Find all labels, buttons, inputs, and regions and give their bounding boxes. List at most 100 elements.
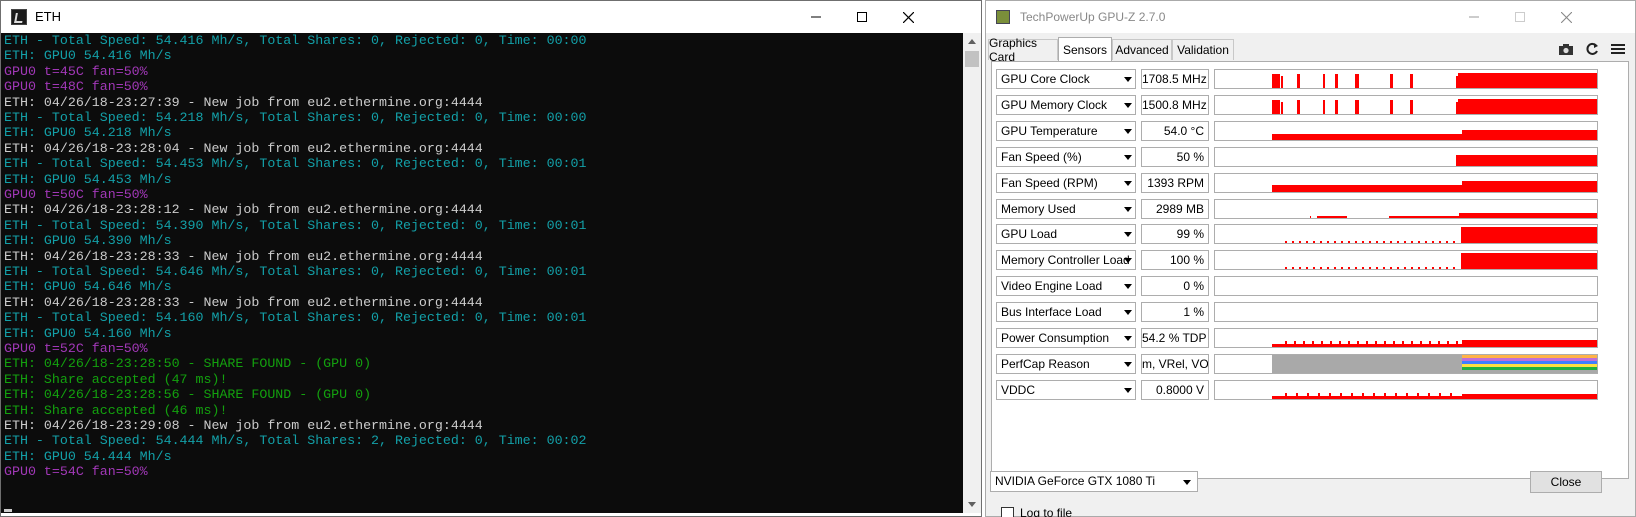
tab-validation[interactable]: Validation <box>1172 39 1234 60</box>
sensor-name-label: GPU Core Clock <box>1001 72 1090 86</box>
sensor-row: Power Consumption 54.2 % TDP <box>996 328 1620 348</box>
console-line: ETH - Total Speed: 54.160 Mh/s, Total Sh… <box>4 310 587 326</box>
sensor-name-label: Memory Used <box>1001 201 1076 216</box>
menu-icon[interactable] <box>1609 40 1627 58</box>
sensor-value: 1708.5 MHz <box>1141 69 1209 89</box>
sensor-row: VDDC 0.8000 V <box>996 379 1620 400</box>
sensor-name-label: PerfCap Reason <box>1001 356 1090 371</box>
gpu-select-dropdown[interactable]: NVIDIA GeForce GTX 1080 Ti <box>990 471 1198 492</box>
console-line: ETH: GPU0 54.160 Mh/s <box>4 325 172 341</box>
scroll-up-arrow-icon[interactable] <box>963 33 981 50</box>
console-line: GPU0 t=54C fan=50% <box>4 464 148 480</box>
log-to-file-checkbox[interactable] <box>1001 507 1014 517</box>
gpuz-window: TechPowerUp GPU-Z 2.7.0 Graphics Card Se… <box>985 0 1636 517</box>
tab-sensors[interactable]: Sensors <box>1058 37 1112 61</box>
console-line: ETH: 04/26/18-23:28:33 - New job from eu… <box>4 248 483 264</box>
camera-icon[interactable] <box>1557 40 1575 58</box>
sensor-name-label: Fan Speed (%) <box>1001 149 1082 164</box>
sensor-name-dropdown[interactable]: GPU Temperature <box>996 120 1136 141</box>
gpuz-close-window-button[interactable] <box>1543 1 1589 33</box>
sensor-name-dropdown[interactable]: Fan Speed (RPM) <box>996 172 1136 193</box>
console-line: ETH: 04/26/18-23:27:39 - New job from eu… <box>4 94 483 110</box>
sensor-row: GPU Core Clock 1708.5 MHz <box>996 69 1620 89</box>
eth-titlebar[interactable]: ETH <box>1 1 981 33</box>
sensor-name-label: GPU Memory Clock <box>1001 97 1108 112</box>
chevron-down-icon <box>1124 128 1132 134</box>
sensor-value: 1 % <box>1141 302 1209 323</box>
sensor-name-dropdown[interactable]: Memory Controller Load <box>996 250 1136 271</box>
close-icon <box>902 11 914 23</box>
console-line: ETH: GPU0 54.218 Mh/s <box>4 125 172 141</box>
text-cursor <box>4 509 12 512</box>
gpuz-minimize-button[interactable] <box>1451 1 1497 33</box>
console-line: ETH: 04/26/18-23:28:56 - SHARE FOUND - (… <box>4 387 372 403</box>
chevron-down-icon <box>1124 232 1132 238</box>
minimize-button[interactable] <box>793 1 839 33</box>
sensor-graph <box>1214 146 1598 167</box>
console-line: ETH - Total Speed: 54.646 Mh/s, Total Sh… <box>4 264 587 279</box>
minimize-icon <box>811 16 821 18</box>
eth-window-title: ETH <box>35 9 61 24</box>
gpuz-tab-bar: Graphics Card Sensors Advanced Validatio… <box>986 36 1635 64</box>
console-line: ETH: GPU0 54.646 Mh/s <box>4 279 172 295</box>
sensor-name-dropdown[interactable]: GPU Core Clock <box>996 69 1136 89</box>
scroll-down-arrow-icon[interactable] <box>963 496 981 513</box>
sensor-name-dropdown[interactable]: GPU Memory Clock <box>996 94 1136 115</box>
scrollbar-thumb[interactable] <box>965 51 979 67</box>
console-scrollbar[interactable] <box>963 33 981 513</box>
console-line: GPU0 t=45C fan=50% <box>4 63 148 79</box>
chevron-down-icon <box>1183 480 1191 485</box>
maximize-icon <box>1515 12 1525 22</box>
console-line: ETH: GPU0 54.453 Mh/s <box>4 171 172 187</box>
sensor-name-label: Bus Interface Load <box>1001 305 1102 320</box>
sensor-name-dropdown[interactable]: Video Engine Load <box>996 276 1136 297</box>
sensor-value: 1500.8 MHz <box>1141 94 1209 115</box>
gpuz-window-title: TechPowerUp GPU-Z 2.7.0 <box>1020 10 1166 24</box>
sensor-value: m, VRel, VOp <box>1141 353 1209 374</box>
console-line: ETH: GPU0 54.390 Mh/s <box>4 233 172 249</box>
gpuz-titlebar[interactable]: TechPowerUp GPU-Z 2.7.0 <box>986 1 1635 33</box>
chevron-down-icon <box>1124 258 1132 264</box>
sensor-name-dropdown[interactable]: Memory Used <box>996 198 1136 219</box>
sensor-name-dropdown[interactable]: Fan Speed (%) <box>996 146 1136 167</box>
console-output[interactable]: ETH - Total Speed: 54.416 Mh/s, Total Sh… <box>1 33 963 513</box>
chevron-down-icon <box>1124 361 1132 367</box>
sensor-name-label: Video Engine Load <box>1001 279 1103 294</box>
console-line: ETH: 04/26/18-23:28:04 - New job from eu… <box>4 140 483 156</box>
sensor-graph <box>1214 353 1598 374</box>
sensor-name-dropdown[interactable]: Bus Interface Load <box>996 302 1136 323</box>
sensor-name-dropdown[interactable]: VDDC <box>996 379 1136 400</box>
tab-advanced[interactable]: Advanced <box>1112 39 1172 60</box>
gpuz-maximize-button[interactable] <box>1497 1 1543 33</box>
console-line: ETH: GPU0 54.416 Mh/s <box>4 48 172 64</box>
log-to-file-label: Log to file <box>1020 506 1073 517</box>
console-app-icon <box>11 9 27 25</box>
sensor-graph <box>1214 250 1598 271</box>
sensor-value: 0.8000 V <box>1141 379 1209 400</box>
sensor-graph <box>1214 94 1598 115</box>
refresh-icon[interactable] <box>1583 40 1601 58</box>
tab-graphics-card[interactable]: Graphics Card <box>988 36 1058 64</box>
sensor-name-label: GPU Temperature <box>1001 123 1098 138</box>
chevron-down-icon <box>1124 154 1132 160</box>
console-line: ETH: 04/26/18-23:28:33 - New job from eu… <box>4 294 483 310</box>
sensor-name-dropdown[interactable]: Power Consumption <box>996 328 1136 348</box>
close-button[interactable]: Close <box>1530 471 1602 493</box>
sensor-graph <box>1214 69 1598 89</box>
console-line: ETH - Total Speed: 54.444 Mh/s, Total Sh… <box>4 433 587 449</box>
console-line: ETH: Share accepted (47 ms)! <box>4 371 228 387</box>
chevron-down-icon <box>1124 310 1132 316</box>
sensor-graph <box>1214 198 1598 219</box>
sensor-name-dropdown[interactable]: PerfCap Reason <box>996 353 1136 374</box>
maximize-button[interactable] <box>839 1 885 33</box>
sensor-row: Memory Used 2989 MB <box>996 198 1620 219</box>
sensor-value: 54.2 % TDP <box>1141 328 1209 348</box>
close-window-button[interactable] <box>885 1 931 33</box>
console-line: GPU0 t=48C fan=50% <box>4 79 148 95</box>
chevron-down-icon <box>1124 387 1132 393</box>
console-line: ETH: GPU0 54.444 Mh/s <box>4 448 172 464</box>
sensor-graph <box>1214 379 1598 400</box>
sensor-name-label: VDDC <box>1001 382 1036 397</box>
sensor-value: 0 % <box>1141 276 1209 297</box>
sensor-name-dropdown[interactable]: GPU Load <box>996 224 1136 245</box>
